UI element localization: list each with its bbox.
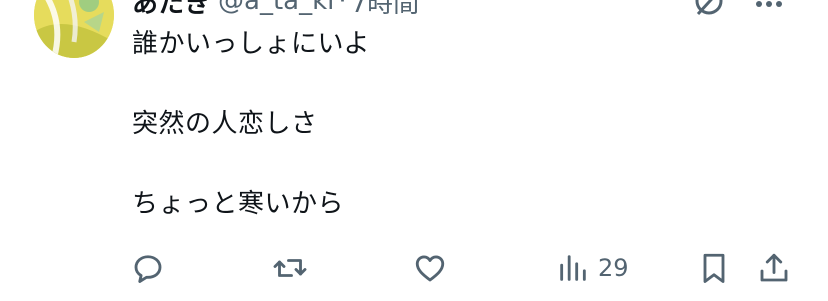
- tweet-header: あたき @a_ta_ki · 7時間: [132, 0, 419, 19]
- share-button[interactable]: [756, 246, 792, 290]
- meta-separator: ·: [338, 0, 347, 16]
- bookmark-icon: [696, 250, 732, 286]
- avatar[interactable]: [34, 0, 114, 58]
- like-button[interactable]: [412, 246, 448, 290]
- more-icon[interactable]: [754, 0, 784, 20]
- views-icon: [556, 250, 590, 286]
- tweet-line-1: 誰かいっしょにいよ: [132, 29, 370, 59]
- bookmark-button[interactable]: [696, 246, 732, 290]
- grok-icon[interactable]: [692, 0, 726, 22]
- header-actions: [692, 0, 784, 22]
- tweet-line-3: ちょっと寒いから: [132, 189, 345, 219]
- views-count: 29: [598, 254, 629, 282]
- reply-icon: [130, 250, 166, 286]
- tweet-time[interactable]: 7時間: [351, 0, 420, 20]
- author-name[interactable]: あたき: [132, 0, 210, 20]
- tweet-text: 誰かいっしょにいよ 突然の人恋しさ ちょっと寒いから: [132, 24, 772, 224]
- tweet-line-break: [132, 64, 772, 104]
- retweet-button[interactable]: [272, 246, 308, 290]
- author-handle[interactable]: @a_ta_ki: [218, 0, 334, 16]
- reply-button[interactable]: [130, 246, 166, 290]
- share-icon: [756, 250, 792, 286]
- tweet-line-2: 突然の人恋しさ: [132, 109, 318, 139]
- views-button[interactable]: 29: [556, 246, 629, 290]
- like-icon: [412, 250, 448, 286]
- action-bar: 29: [0, 246, 828, 290]
- retweet-icon: [272, 250, 308, 286]
- tweet-line-break: [132, 144, 772, 184]
